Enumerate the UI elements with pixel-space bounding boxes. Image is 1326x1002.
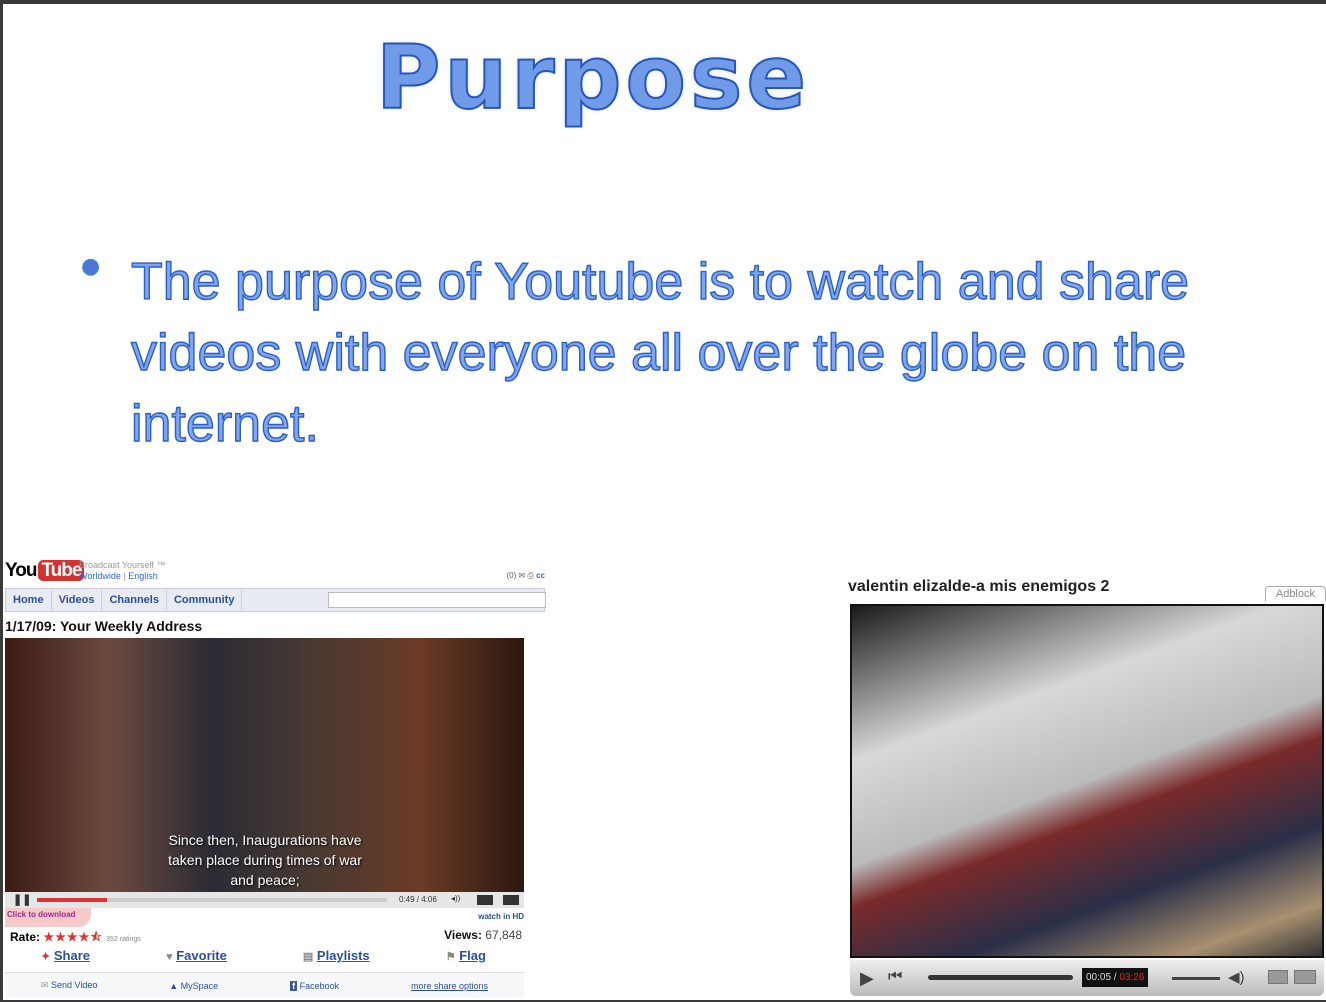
player-controls: ❚❚ 0:49 / 4:06 ◂)) bbox=[5, 892, 524, 908]
region-link[interactable]: Worldwide bbox=[79, 571, 121, 581]
pause-icon[interactable]: ❚❚ bbox=[13, 893, 31, 906]
volume-slider[interactable] bbox=[1172, 977, 1220, 980]
time-display: 0:49 / 4:06 bbox=[399, 895, 437, 904]
tagline: Broadcast Yourself ™ Worldwide | English bbox=[79, 560, 166, 581]
search-input[interactable] bbox=[328, 592, 546, 608]
nav-bar: Home Videos Channels Community bbox=[5, 588, 546, 612]
envelope-icon: ✉ bbox=[40, 980, 49, 990]
video-player[interactable] bbox=[850, 604, 1324, 958]
widescreen-icon[interactable] bbox=[477, 895, 493, 905]
time-display: 00:05 / 03:26 bbox=[1082, 968, 1149, 987]
bullet-icon: ● bbox=[81, 254, 101, 279]
heart-icon: ♥ bbox=[166, 951, 173, 963]
facebook-icon: f bbox=[290, 980, 298, 991]
player-controls: ▶ ⏮ 00:05 / 03:26 ◀) bbox=[850, 960, 1324, 996]
watch-in-hd-link[interactable]: watch in HD bbox=[478, 912, 524, 921]
myspace-link[interactable]: ▲ MySpace bbox=[169, 981, 218, 991]
more-share-options-link[interactable]: more share options bbox=[411, 981, 488, 991]
share-button[interactable]: ✦ Share bbox=[41, 948, 90, 963]
rating: Rate: ★★★★⯪ 352 ratings bbox=[10, 930, 141, 944]
slide-bullet-text: The purpose of Youtube is to watch and s… bbox=[130, 252, 1190, 453]
click-to-download-link[interactable]: Click to download bbox=[5, 908, 92, 927]
playlist-icon: ▤ bbox=[302, 951, 314, 963]
flag-icon: ⚑ bbox=[445, 951, 456, 963]
rating-stars[interactable]: ★★★★⯪ bbox=[43, 930, 102, 944]
views: Views: 67,848 bbox=[444, 928, 522, 942]
volume-icon[interactable]: ◂)) bbox=[451, 894, 460, 903]
widescreen-icon[interactable] bbox=[1268, 970, 1288, 984]
myspace-icon: ▲ bbox=[169, 980, 179, 991]
fullscreen-icon[interactable] bbox=[1294, 970, 1316, 984]
fullscreen-icon[interactable] bbox=[503, 895, 519, 905]
playlists-button[interactable]: ▤ Playlists bbox=[303, 948, 370, 963]
play-icon[interactable]: ▶ bbox=[860, 968, 874, 989]
adblock-tab[interactable]: Adblock bbox=[1264, 586, 1326, 601]
video-caption: Since then, Inaugurations have taken plac… bbox=[168, 832, 362, 888]
progress-bar[interactable] bbox=[37, 898, 387, 902]
printer-icon: ⎙ bbox=[527, 571, 534, 580]
share-options: ✉ Send Video ▲ MySpace f Facebook more s… bbox=[5, 972, 524, 998]
nav-videos[interactable]: Videos bbox=[52, 589, 103, 611]
slide: Purpose ● The purpose of Youtube is to w… bbox=[3, 4, 1326, 1000]
nav-home[interactable]: Home bbox=[6, 589, 52, 611]
mail-icon: ✉ bbox=[518, 571, 526, 580]
skip-back-icon[interactable]: ⏮ bbox=[888, 968, 902, 986]
youtube-logo: You Tube bbox=[5, 560, 85, 582]
facebook-link[interactable]: f Facebook bbox=[290, 980, 339, 991]
top-right-links: (0) ✉ ⎙ cc bbox=[506, 571, 546, 580]
youtube-screenshot-left: You Tube Broadcast Yourself ™ Worldwide | … bbox=[3, 552, 546, 1000]
video-title: 1/17/09: Your Weekly Address bbox=[5, 618, 203, 634]
send-video-link[interactable]: ✉ Send Video bbox=[41, 980, 97, 991]
language-link[interactable]: English bbox=[128, 571, 158, 581]
video-player[interactable]: Since then, Inaugurations have taken plac… bbox=[5, 638, 524, 892]
action-bar: ✦ Share ♥ Favorite ▤ Playlists ⚑ Flag bbox=[3, 948, 524, 963]
nav-community[interactable]: Community bbox=[167, 589, 243, 611]
progress-bar[interactable] bbox=[928, 975, 1073, 980]
slide-title: Purpose bbox=[375, 25, 811, 130]
nav-channels[interactable]: Channels bbox=[102, 589, 167, 611]
video-title: valentin elizalde-a mis enemigos 2 bbox=[848, 578, 1110, 595]
flag-button[interactable]: ⚑ Flag bbox=[446, 948, 486, 963]
youtube-screenshot-right: valentin elizalde-a mis enemigos 2 Adblo… bbox=[848, 576, 1326, 1000]
volume-icon[interactable]: ◀) bbox=[1228, 968, 1245, 986]
share-icon: ✦ bbox=[41, 951, 51, 963]
favorite-button[interactable]: ♥ Favorite bbox=[166, 948, 227, 963]
